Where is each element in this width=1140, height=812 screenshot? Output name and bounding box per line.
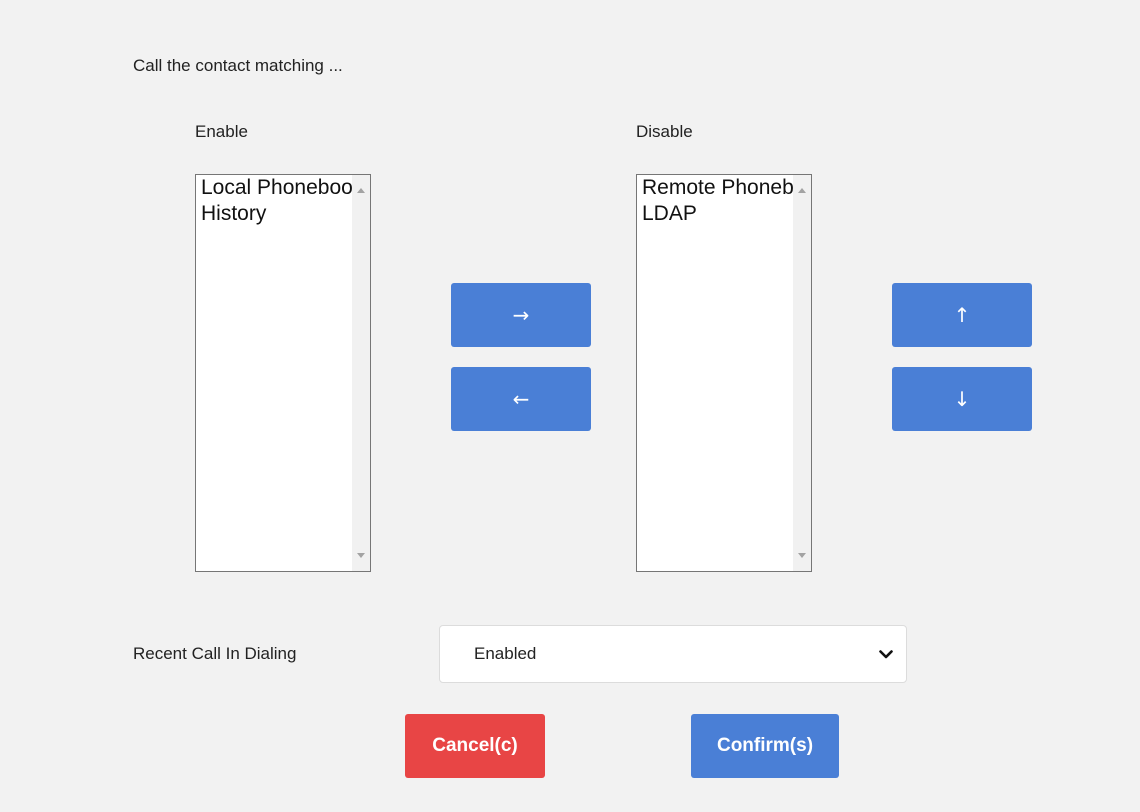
scroll-up-arrow-icon[interactable] bbox=[798, 188, 806, 193]
list-item-history[interactable]: History bbox=[196, 201, 352, 227]
disable-list-label: Disable bbox=[636, 122, 693, 141]
recent-call-label: Recent Call In Dialing bbox=[133, 644, 297, 663]
contact-matching-panel: Call the contact matching ... Enable Dis… bbox=[0, 0, 1140, 812]
disable-list-scrollbar[interactable] bbox=[793, 175, 811, 571]
enable-list-scrollbar[interactable] bbox=[352, 175, 370, 571]
scroll-down-arrow-icon[interactable] bbox=[357, 553, 365, 558]
disable-listbox[interactable]: Remote Phonebook LDAP bbox=[636, 174, 812, 572]
enable-list-label: Enable bbox=[195, 122, 248, 141]
move-down-button[interactable]: ↓ bbox=[892, 367, 1032, 431]
confirm-button[interactable]: Confirm(s) bbox=[691, 714, 839, 778]
list-item-local-phonebook[interactable]: Local Phonebook bbox=[196, 175, 352, 201]
page-title: Call the contact matching ... bbox=[133, 56, 343, 75]
recent-call-select[interactable]: Enabled bbox=[439, 625, 907, 683]
scroll-up-arrow-icon[interactable] bbox=[357, 188, 365, 193]
enable-listbox[interactable]: Local Phonebook History bbox=[195, 174, 371, 572]
move-to-enable-button[interactable]: ← bbox=[451, 367, 591, 431]
move-up-button[interactable]: ↑ bbox=[892, 283, 1032, 347]
recent-call-selected-value: Enabled bbox=[474, 644, 537, 663]
disable-list-items: Remote Phonebook LDAP bbox=[637, 175, 793, 571]
scroll-down-arrow-icon[interactable] bbox=[798, 553, 806, 558]
enable-list-items: Local Phonebook History bbox=[196, 175, 352, 571]
move-to-disable-button[interactable]: → bbox=[451, 283, 591, 347]
chevron-down-icon bbox=[878, 646, 894, 662]
list-item-remote-phonebook[interactable]: Remote Phonebook bbox=[637, 175, 793, 201]
list-item-ldap[interactable]: LDAP bbox=[637, 201, 793, 227]
cancel-button[interactable]: Cancel(c) bbox=[405, 714, 545, 778]
